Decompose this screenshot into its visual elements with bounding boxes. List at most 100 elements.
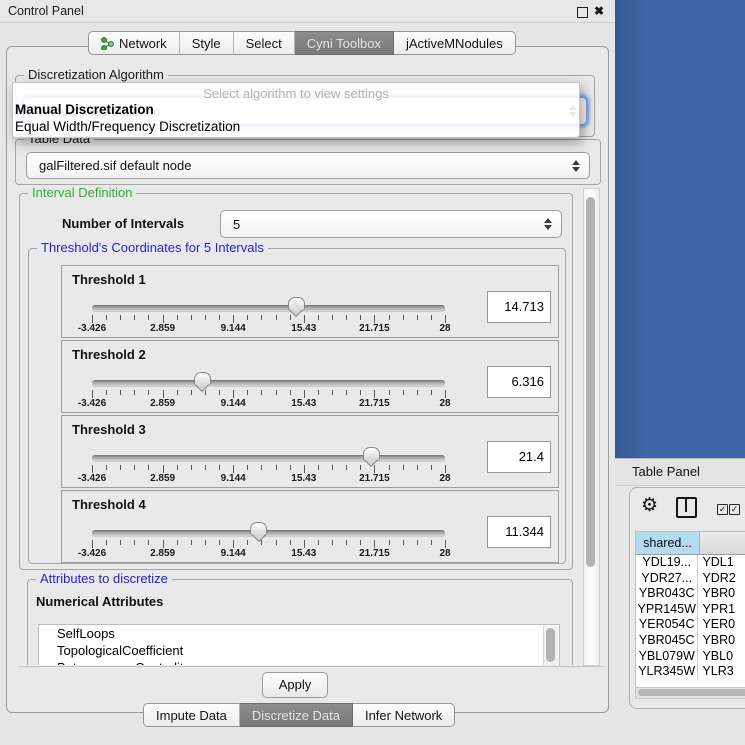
column-header-name[interactable]: na [700,532,745,554]
tab-style[interactable]: Style [180,31,234,55]
slider-tick-labels: -3.4262.8599.14415.4321.71528 [62,548,558,560]
attribute-list-item[interactable]: SelfLoops [39,625,559,642]
tab-jactivemnodules[interactable]: jActiveMNodules [394,31,516,55]
algorithm-hint-option[interactable]: Select algorithm to view settings [13,86,579,101]
cell-name[interactable]: YPR1 [698,602,745,618]
gear-icon[interactable]: ⚙ [641,496,658,515]
tab-impute-data[interactable]: Impute Data [143,703,240,727]
cell-name[interactable]: YER0 [698,617,745,633]
slider-ticks [62,540,558,548]
tab-network[interactable]: Network [88,31,180,55]
number-of-intervals-value: 5 [221,217,240,232]
cell-shared-name[interactable]: YLR345W [636,664,698,679]
number-of-intervals-combobox[interactable]: 5 [220,210,562,238]
checkbox-icon[interactable]: ✓ [717,504,728,515]
numerical-attributes-list[interactable]: SelfLoopsTopologicalCoefficientBetweenne… [38,624,560,665]
node-attribute-table: shared... na YDL19...YDL1YDR27...YDR2YBR… [635,531,745,689]
cyni-toolbox-panel: Discretization Algorithm Manual Discreti… [6,46,609,713]
table-row[interactable]: YBL079WYBL0 [636,649,745,665]
table-data-combobox[interactable]: galFiltered.sif default node [26,152,590,179]
tab-infer-network[interactable]: Infer Network [353,703,455,727]
cell-name[interactable]: YBR0 [698,633,745,649]
threshold-slider-thumb[interactable] [250,522,267,536]
cell-name[interactable]: YDR2 [698,571,745,587]
threshold-slider-track[interactable] [92,455,445,462]
split-columns-icon[interactable] [676,497,697,518]
threshold-value-field[interactable]: 6.316 [487,366,551,398]
threshold-slider-thumb[interactable] [363,447,380,461]
table-row[interactable]: YBR045CYBR0 [636,633,745,649]
table-rows: YDL19...YDL1YDR27...YDR2YBR043CYBR0YPR14… [636,555,745,679]
table-row[interactable]: YBR043CYBR0 [636,586,745,602]
slider-ticks [62,315,558,323]
tab-discretize-data[interactable]: Discretize Data [240,703,353,727]
table-row[interactable]: YER054CYER0 [636,617,745,633]
cell-shared-name[interactable]: YBR045C [636,633,698,649]
thresholds-group-label: Threshold's Coordinates for 5 Intervals [37,241,268,255]
settings-scrollbar-thumb[interactable] [586,197,595,567]
threshold-slider-thumb[interactable] [288,297,305,311]
thresholds-group: Threshold's Coordinates for 5 Intervals … [28,248,566,564]
column-header-shared[interactable]: shared... [636,532,700,554]
tab-label: Impute Data [156,708,227,723]
cell-shared-name[interactable]: YBR043C [636,586,698,602]
table-panel-title: Table Panel [632,464,700,479]
attributes-group-label: Attributes to discretize [36,572,172,586]
algorithm-option[interactable]: Equal Width/Frequency Discretization [13,118,579,135]
discretization-algorithm-label: Discretization Algorithm [24,68,168,82]
tab-label: Discretize Data [252,708,340,723]
interval-definition-group: Interval Definition Number of Intervals … [19,193,573,570]
table-row[interactable]: YLR345WYLR3 [636,664,745,679]
cell-shared-name[interactable]: YDL19... [636,555,698,571]
table-panel: ⚙ ✓ ✓ shared... na YDL19...YDL1YDR27...Y… [629,487,745,709]
cyni-bottom-tabbar: Impute Data Discretize Data Infer Network [143,703,455,725]
tab-cyni-toolbox[interactable]: Cyni Toolbox [295,31,394,55]
slider-ticks [62,465,558,473]
attribute-list-item[interactable]: BetweennessCentrality [39,659,559,665]
cell-shared-name[interactable]: YPR145W [636,602,698,618]
attributes-scrollbar[interactable] [543,626,558,665]
tab-label: Network [119,36,167,51]
control-panel-title: Control Panel [8,4,84,18]
table-panel-titlebar: Table Panel [615,458,745,486]
cell-name[interactable]: YLR3 [698,664,745,679]
table-horizontal-scrollbar[interactable] [635,687,745,699]
table-data-group: Table Data galFiltered.sif default node [15,139,601,185]
cell-name[interactable]: YBR0 [698,586,745,602]
float-window-icon[interactable] [577,7,588,18]
close-icon[interactable]: ✖ [594,4,604,18]
control-panel-titlebar: Control Panel ✖ [0,0,615,23]
slider-tick-labels: -3.4262.8599.14415.4321.71528 [62,473,558,485]
tab-select[interactable]: Select [234,31,295,55]
tab-label: Cyni Toolbox [307,36,381,51]
cell-name[interactable]: YDL1 [698,555,745,571]
cell-shared-name[interactable]: YER054C [636,617,698,633]
table-horizontal-scrollbar-thumb[interactable] [638,689,745,696]
threshold-slider-track[interactable] [92,380,445,387]
algorithm-option[interactable]: Manual Discretization [13,101,579,118]
table-row[interactable]: YPR145WYPR1 [636,602,745,618]
cell-shared-name[interactable]: YDR27... [636,571,698,587]
threshold-slider-track[interactable] [92,305,445,312]
table-row[interactable]: YDL19...YDL1 [636,555,745,571]
threshold-slider-thumb[interactable] [194,372,211,386]
threshold-panel: Threshold 2 -3.4262.8599.14415.4321.7152… [61,340,559,413]
threshold-value-field[interactable]: 11.344 [487,516,551,548]
threshold-slider-track[interactable] [92,530,445,537]
apply-separator [19,666,604,667]
threshold-label: Threshold 2 [72,347,146,362]
cytoscape-app: Control Panel ✖ Network StyleSelect Cyni T… [0,0,745,745]
threshold-value-field[interactable]: 21.4 [487,441,551,473]
attributes-group: Attributes to discretize Numerical Attri… [27,579,573,665]
table-row[interactable]: YDR27...YDR2 [636,571,745,587]
cell-name[interactable]: YBL0 [698,649,745,665]
apply-button[interactable]: Apply [262,672,328,698]
attribute-list-item[interactable]: TopologicalCoefficient [39,642,559,659]
cell-shared-name[interactable]: YBL079W [636,649,698,665]
threshold-label: Threshold 3 [72,422,146,437]
checkbox-icon[interactable]: ✓ [729,504,740,515]
threshold-panel: Threshold 1 -3.4262.8599.14415.4321.7152… [61,265,559,338]
settings-scrollbar[interactable] [583,188,600,666]
table-header-row: shared... na [636,532,745,555]
threshold-value-field[interactable]: 14.713 [487,291,551,323]
